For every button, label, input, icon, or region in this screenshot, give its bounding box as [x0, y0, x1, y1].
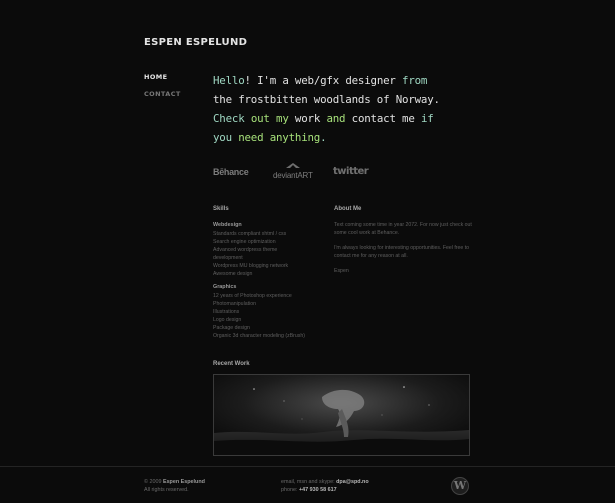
list-item: Package design: [213, 325, 250, 331]
footer-divider: [0, 466, 615, 467]
graphics-list: 12 years of Photoshop experience Photoma…: [213, 292, 323, 340]
list-item: Logo design: [213, 317, 242, 323]
phone-label: phone:: [281, 487, 299, 493]
webdesign-list: Standards compliant xhtml / css Search e…: [213, 230, 323, 278]
about-paragraph: Text coming some time in year 2072. For …: [334, 222, 472, 236]
list-item: Photomanipulation: [213, 301, 256, 307]
intro-segment: need anything: [238, 131, 321, 144]
email-link[interactable]: dpa@spd.no: [336, 479, 369, 485]
intro-work-link[interactable]: work: [289, 112, 327, 125]
behance-link[interactable]: Bēhance: [213, 167, 249, 177]
skills-section: Skills Webdesign Standards compliant xht…: [213, 205, 323, 345]
about-section: About Me Text coming some time in year 2…: [334, 205, 474, 282]
social-links: Bēhance deviantART twitter: [213, 160, 393, 182]
footer-contact: email, msn and skype: dpa@spd.no phone: …: [281, 478, 369, 494]
graphics-heading: Graphics: [213, 284, 237, 290]
deviantart-label: deviantART: [273, 171, 313, 180]
intro-segment: you: [213, 131, 239, 144]
deviantart-icon: [285, 163, 300, 168]
nav-home[interactable]: HOME: [144, 73, 181, 81]
intro-location: the frostbitten woodlands of Norway.: [213, 93, 440, 106]
contact-label: email, msn and skype:: [281, 479, 337, 485]
intro-segment: ! I'm a: [244, 74, 295, 87]
skills-heading: Skills: [213, 206, 229, 212]
intro-hello: Hello: [213, 74, 245, 87]
wordpress-icon[interactable]: W: [451, 477, 469, 495]
copyright-name: Espen Espelund: [162, 479, 205, 485]
list-item: Search engine optimization: [213, 239, 276, 245]
about-signature: Espen: [334, 268, 349, 274]
recent-work-artwork: [214, 375, 469, 455]
site-title[interactable]: ESPEN ESPELUND: [144, 37, 247, 48]
list-item: Wordpress MU blogging network: [213, 263, 289, 269]
list-item: Organic 3d character modeling (zBrush): [213, 333, 305, 339]
intro-text: Hello! I'm a web/gfx designer from the fr…: [213, 71, 473, 147]
nav-contact[interactable]: CONTACT: [144, 90, 181, 98]
list-item: 12 years of Photoshop experience: [213, 293, 292, 299]
copyright-prefix: © 2009: [144, 479, 163, 485]
intro-segment: .: [320, 131, 327, 144]
phone-number: +47 930 58 617: [299, 487, 337, 493]
intro-segment: and: [326, 112, 346, 125]
intro-segment: Check: [213, 112, 251, 125]
recent-work-image[interactable]: [213, 374, 470, 456]
intro-role: web/gfx designer: [294, 74, 396, 87]
list-item: development: [213, 255, 243, 261]
list-item: Standards compliant xhtml / css: [213, 231, 287, 237]
main-nav: HOME CONTACT: [144, 73, 181, 107]
intro-segment: if: [420, 112, 434, 125]
webdesign-heading: Webdesign: [213, 222, 242, 228]
recent-work-heading: Recent Work: [213, 361, 250, 367]
intro-contact-link[interactable]: contact me: [345, 112, 421, 125]
rights-text: All rights reserved.: [144, 487, 189, 493]
intro-segment: out my: [250, 112, 289, 125]
about-paragraph: I'm always looking for interesting oppor…: [334, 245, 470, 259]
list-item: Illustrations: [213, 309, 240, 315]
list-item: Advanced wordpress theme: [213, 247, 278, 253]
twitter-link[interactable]: twitter: [333, 166, 369, 177]
footer-copyright: © 2009 Espen Espelund All rights reserve…: [144, 478, 205, 494]
about-heading: About Me: [334, 206, 362, 212]
deviantart-link[interactable]: deviantART: [273, 162, 313, 180]
intro-segment: from: [395, 74, 428, 87]
list-item: Awesome design: [213, 271, 253, 277]
